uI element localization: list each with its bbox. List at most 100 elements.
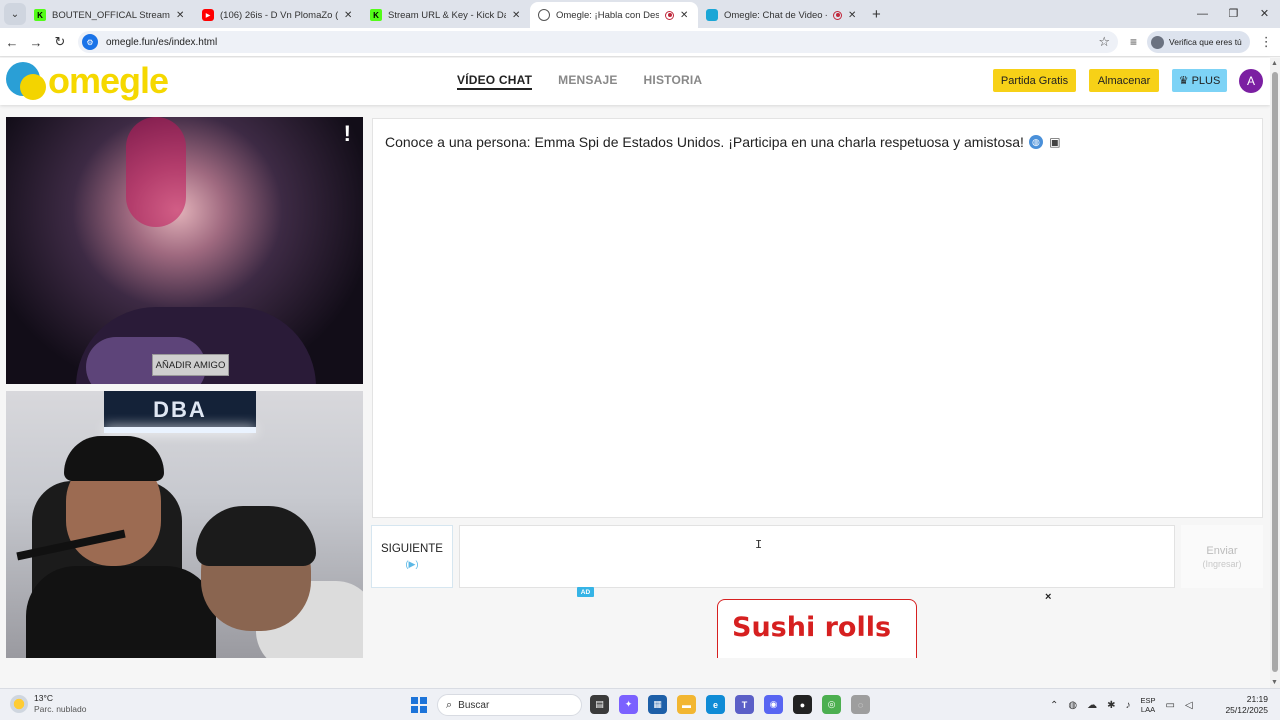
profile-icon [1151, 35, 1165, 49]
app-icon[interactable]: ◌ [851, 695, 870, 714]
window-controls: — ❐ ✕ [1187, 0, 1280, 28]
language-indicator[interactable]: ESP LAA [1141, 696, 1156, 714]
plus-button[interactable]: ♛ PLUS [1172, 69, 1227, 92]
tray-chevron-icon[interactable]: ⌃ [1050, 700, 1058, 711]
close-tab-icon[interactable]: ✕ [344, 10, 354, 21]
nav-item[interactable]: MENSAJE [558, 73, 617, 90]
tab-title: Omegle: Chat de Video - Al [724, 9, 827, 21]
browser-tab[interactable]: K Stream URL & Key - Kick Dashb ✕ [362, 2, 530, 28]
taskbar-apps: ▤ ✦ ▦ ▬ e T ◉ ● ◎ ◌ [590, 695, 870, 714]
copilot-icon[interactable]: ✦ [619, 695, 638, 714]
nav-item[interactable]: HISTORIA [644, 73, 703, 90]
network-icon[interactable]: ▭ [1166, 700, 1175, 711]
windows-start-icon[interactable] [411, 697, 427, 713]
add-friend-button[interactable]: AÑADIR AMIGO [152, 354, 229, 376]
close-window-icon[interactable]: ✕ [1249, 0, 1280, 28]
stranger-video: ! AÑADIR AMIGO [6, 117, 363, 384]
task-view-icon[interactable]: ▤ [590, 695, 609, 714]
free-match-button[interactable]: Partida Gratis [993, 69, 1076, 92]
clock-date: 25/12/2025 [1225, 705, 1268, 715]
browser-tab-strip: ⌄ K BOUTEN_OFFICAL Stream - Wa ✕ ▶ (106) 26i… [0, 0, 1280, 28]
tab-search-chevron-icon[interactable]: ⌄ [4, 3, 26, 25]
ad-banner[interactable]: Sushi rolls [717, 599, 917, 658]
tray-app-icon[interactable]: ◍ [1068, 700, 1077, 711]
tab-title: Omegle: ¡Habla con Descon [556, 9, 659, 21]
tray-mic-icon[interactable]: ♪ [1126, 700, 1131, 711]
file-explorer-icon[interactable]: ▬ [677, 695, 696, 714]
camera-icon: ▣ [1049, 135, 1061, 149]
browser-tab[interactable]: ▶ (106) 26is - D Vn PlomaZo (Ma ✕ [194, 2, 362, 28]
tray-bluetooth-icon[interactable]: ✱ [1107, 700, 1115, 711]
edge-icon[interactable]: e [706, 695, 725, 714]
send-button[interactable]: Enviar (Ingresar) [1181, 525, 1263, 588]
close-tab-icon[interactable]: ✕ [176, 10, 186, 21]
language-top: ESP [1140, 696, 1156, 705]
back-arrow-icon[interactable]: ← [0, 35, 24, 50]
forward-arrow-icon[interactable]: → [24, 35, 48, 50]
tab-list: K BOUTEN_OFFICAL Stream - Wa ✕ ▶ (106) 26is … [26, 0, 866, 28]
close-tab-icon[interactable]: ✕ [848, 10, 858, 21]
reload-icon[interactable]: ↻ [48, 34, 72, 50]
language-bottom: LAA [1140, 705, 1156, 714]
ad-badge[interactable]: AD [577, 587, 594, 597]
ad-title: Sushi rolls [732, 612, 892, 643]
message-input[interactable] [459, 525, 1175, 588]
minimize-icon[interactable]: — [1187, 0, 1218, 28]
system-clock[interactable]: 21:19 25/12/2025 [1225, 694, 1268, 716]
ad-close-icon[interactable]: × [1045, 591, 1051, 603]
taskbar-search[interactable]: ⌕ Buscar [437, 694, 582, 716]
volume-icon[interactable]: ◁ [1185, 700, 1193, 711]
profile-verify-label: Verifica que eres tú [1169, 37, 1242, 47]
system-message: Conoce a una persona: Emma Spi de Estado… [385, 134, 1062, 150]
address-bar[interactable]: ⚙ omegle.fun/es/index.html ☆ [78, 31, 1118, 53]
store-button[interactable]: Almacenar [1089, 69, 1159, 92]
main-nav: VÍDEO CHAT MENSAJE HISTORIA [457, 73, 702, 90]
close-tab-icon[interactable]: ✕ [680, 10, 690, 21]
logo-text: omegle [48, 60, 169, 101]
send-hint: (Ingresar) [1202, 558, 1242, 569]
recording-icon [833, 10, 842, 20]
omegle-icon [706, 9, 718, 21]
profile-verify-chip[interactable]: Verifica que eres tú [1147, 31, 1250, 53]
teams-icon[interactable]: T [735, 695, 754, 714]
restore-icon[interactable]: ❐ [1218, 0, 1249, 28]
browser-menu-icon[interactable]: ⋮ [1260, 34, 1273, 50]
weather-condition: Parc. nublado [34, 704, 87, 714]
new-tab-plus-icon[interactable]: + [872, 6, 881, 23]
url-text[interactable]: omegle.fun/es/index.html [106, 37, 1098, 48]
tab-title: (106) 26is - D Vn PlomaZo (Ma [220, 9, 338, 21]
tab-title: BOUTEN_OFFICAL Stream - Wa [52, 9, 170, 21]
self-video: DBA [6, 391, 363, 658]
discord-icon[interactable]: ◉ [764, 695, 783, 714]
obs-icon[interactable]: ● [793, 695, 812, 714]
system-tray: ⌃ ◍ ☁ ✱ ♪ ESP LAA ▭ ◁ [1050, 689, 1193, 720]
site-info-icon[interactable]: ⚙ [82, 34, 98, 50]
scroll-down-icon[interactable]: ▼ [1271, 679, 1278, 686]
next-label: SIGUIENTE [381, 543, 443, 555]
bookmark-star-icon[interactable]: ☆ [1098, 34, 1110, 50]
text-cursor-icon: I [755, 538, 763, 552]
crown-icon: ♛ [1178, 75, 1189, 87]
scroll-up-icon[interactable]: ▲ [1271, 60, 1278, 67]
close-tab-icon[interactable]: ✕ [512, 10, 522, 21]
media-controls-icon[interactable]: ≡ [1130, 35, 1137, 49]
chrome-icon[interactable]: ◎ [822, 695, 841, 714]
browser-tab[interactable]: Omegle: ¡Habla con Descon ✕ [530, 2, 698, 28]
omegle-logo-icon [6, 62, 46, 100]
browser-tab[interactable]: K BOUTEN_OFFICAL Stream - Wa ✕ [26, 2, 194, 28]
weather-widget[interactable]: 13°C Parc. nublado [10, 693, 86, 715]
next-button[interactable]: SIGUIENTE (▶) [371, 525, 453, 588]
browser-tab[interactable]: Omegle: Chat de Video - Al ✕ [698, 2, 866, 28]
store-app-icon[interactable]: ▦ [648, 695, 667, 714]
user-avatar[interactable]: A [1239, 69, 1263, 93]
scroll-thumb[interactable] [1272, 72, 1278, 672]
globe-icon [538, 9, 550, 21]
omegle-logo[interactable]: omegle [6, 60, 169, 101]
page-scrollbar[interactable]: ▲ ▼ [1270, 58, 1280, 688]
next-hint: (▶) [405, 559, 419, 569]
report-icon[interactable]: ! [344, 121, 351, 147]
browser-toolbar: ← → ↻ ⚙ omegle.fun/es/index.html ☆ ≡ Ver… [0, 28, 1280, 57]
nav-item[interactable]: VÍDEO CHAT [457, 73, 533, 90]
tray-cloud-icon[interactable]: ☁ [1087, 700, 1097, 711]
youtube-icon: ▶ [202, 9, 214, 21]
